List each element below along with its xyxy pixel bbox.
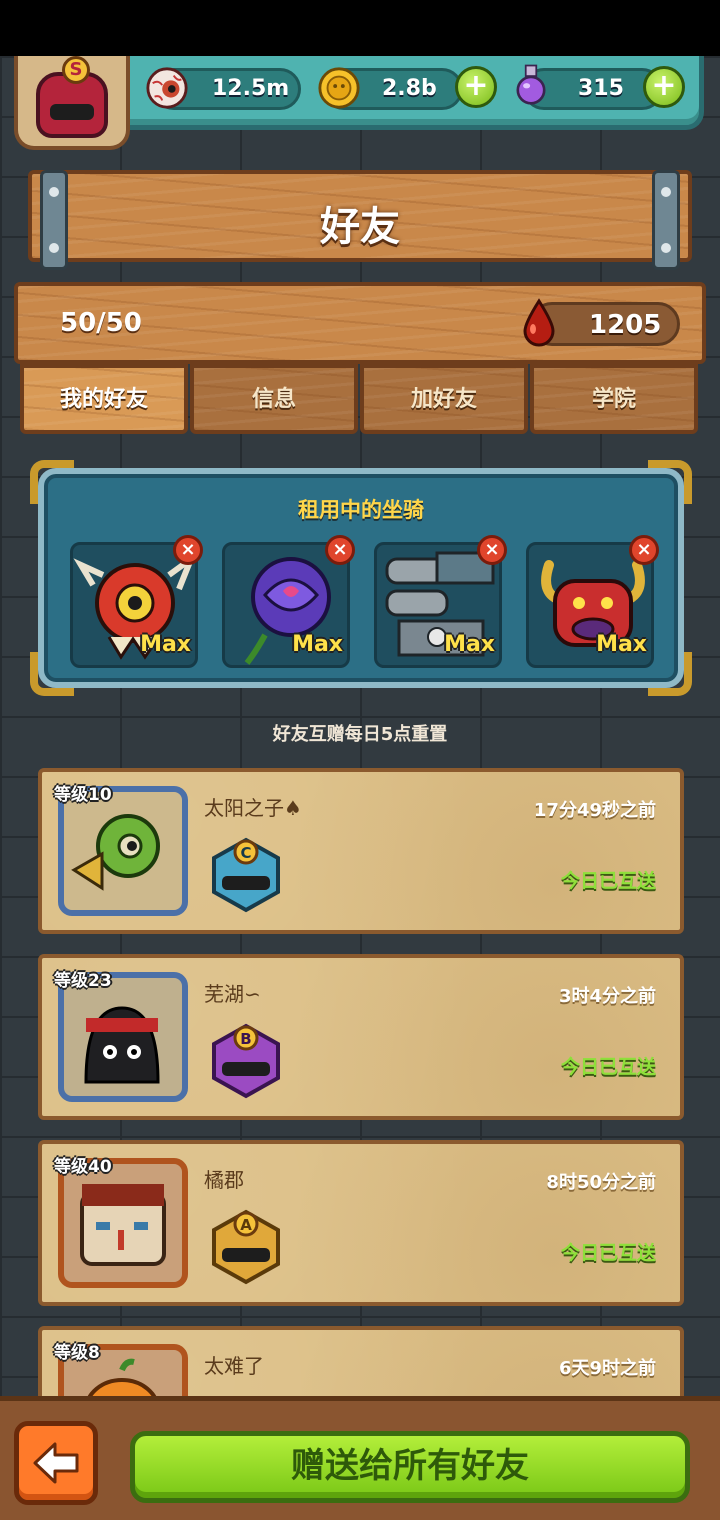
rank-b-icon: B bbox=[212, 1023, 280, 1099]
rank-letter: B bbox=[240, 1030, 251, 1048]
tab-add-friend[interactable]: 加好友 bbox=[360, 364, 528, 434]
friend-gift-status: 今日已互送 bbox=[560, 1056, 656, 1078]
remove-mount-button[interactable]: × bbox=[477, 535, 507, 565]
send-all-friends-button[interactable]: 赠送给所有好友 bbox=[130, 1431, 690, 1503]
tab-my-friends[interactable]: 我的好友 bbox=[20, 364, 188, 434]
friend-name: 太难了 bbox=[204, 1354, 264, 1378]
eyeball-value: 12.5m bbox=[212, 76, 290, 101]
gold-coin-icon bbox=[318, 67, 360, 109]
add-gold-button[interactable]: + bbox=[455, 66, 497, 108]
back-arrow-icon bbox=[33, 1442, 79, 1484]
resource-bar: 12.5m 2.8b + 315 + bbox=[100, 56, 704, 130]
mount-level-label: Max bbox=[596, 632, 647, 657]
friend-last-seen: 17分49秒之前 bbox=[533, 800, 656, 821]
add-potion-button[interactable]: + bbox=[643, 66, 685, 108]
frame-corner bbox=[30, 652, 74, 696]
mount-slot-3[interactable]: Max × bbox=[374, 535, 507, 668]
rank-letter: C bbox=[240, 844, 251, 862]
remove-mount-button[interactable]: × bbox=[173, 535, 203, 565]
friend-level: 等级10 bbox=[54, 785, 112, 805]
potion-icon bbox=[516, 64, 546, 105]
friend-last-seen: 6天9时之前 bbox=[558, 1358, 656, 1379]
status-bar bbox=[0, 0, 720, 56]
mount-level-label: Max bbox=[444, 632, 495, 657]
player-rank-badge[interactable]: S bbox=[14, 56, 130, 150]
rank-a-icon: A bbox=[212, 1209, 280, 1285]
daily-reset-note: 好友互赠每日5点重置 bbox=[272, 724, 448, 745]
rank-c-icon: C bbox=[212, 837, 280, 913]
bottom-action-bar: 赠送给所有好友 bbox=[0, 1396, 720, 1520]
stitched-box-avatar-icon bbox=[80, 1184, 166, 1266]
friend-name: 太阳之子♠ bbox=[204, 796, 302, 820]
tab-messages[interactable]: 信息 bbox=[190, 364, 358, 434]
mount-slot-1[interactable]: Max × bbox=[70, 535, 203, 668]
tab-bar: 我的好友 信息 加好友 学院 bbox=[20, 364, 700, 436]
friend-avatar bbox=[58, 972, 188, 1102]
page-title: 好友 bbox=[320, 204, 400, 250]
mount-level-label: Max bbox=[292, 632, 343, 657]
rented-mounts-title: 租用中的坐骑 bbox=[298, 498, 424, 522]
tab-academy[interactable]: 学院 bbox=[530, 364, 698, 434]
friend-last-seen: 8时50分之前 bbox=[546, 1172, 656, 1193]
mount-slot-2[interactable]: Max × bbox=[222, 535, 355, 668]
rank-letter: S bbox=[62, 56, 90, 84]
friend-name: 芜湖∽ bbox=[204, 982, 261, 1006]
mount-level-label: Max bbox=[140, 632, 191, 657]
eyeball-icon bbox=[146, 67, 188, 109]
potion-value: 315 bbox=[578, 76, 624, 101]
mount-slot-4[interactable]: Max × bbox=[526, 535, 659, 668]
rented-mounts-panel: 租用中的坐骑 Max × Max × Max × Max × bbox=[30, 460, 692, 696]
gold-value: 2.8b bbox=[382, 76, 437, 101]
remove-mount-button[interactable]: × bbox=[325, 535, 355, 565]
friend-level: 等级40 bbox=[54, 1157, 112, 1177]
friend-stats-panel: 50/50 1205 bbox=[14, 282, 706, 364]
friend-level: 等级8 bbox=[54, 1343, 100, 1363]
blood-drop-icon bbox=[523, 298, 555, 347]
friend-card-3[interactable]: 等级40 橘郡 8时50分之前 今日已互送 A bbox=[38, 1140, 684, 1306]
black-ninja-avatar-icon bbox=[84, 1006, 160, 1084]
green-monster-avatar-icon bbox=[71, 814, 160, 891]
friend-count: 50/50 bbox=[60, 308, 142, 338]
friend-gift-status: 今日已互送 bbox=[560, 1242, 656, 1264]
friend-card-1[interactable]: 等级10 太阳之子♠ 17分49秒之前 今日已互送 C bbox=[38, 768, 684, 934]
friend-name: 橘郡 bbox=[204, 1168, 244, 1192]
rank-letter: A bbox=[240, 1216, 252, 1234]
back-button[interactable] bbox=[14, 1421, 98, 1505]
friend-avatar bbox=[58, 786, 188, 916]
friend-last-seen: 3时4分之前 bbox=[558, 986, 656, 1007]
blood-value: 1205 bbox=[589, 310, 662, 340]
friend-avatar bbox=[58, 1158, 188, 1288]
remove-mount-button[interactable]: × bbox=[629, 535, 659, 565]
blood-counter: 1205 bbox=[523, 298, 680, 347]
friend-card-2[interactable]: 等级23 芜湖∽ 3时4分之前 今日已互送 B bbox=[38, 954, 684, 1120]
friend-level: 等级23 bbox=[54, 971, 112, 991]
title-panel: 好友 bbox=[28, 170, 692, 270]
friend-gift-status: 今日已互送 bbox=[560, 870, 656, 892]
